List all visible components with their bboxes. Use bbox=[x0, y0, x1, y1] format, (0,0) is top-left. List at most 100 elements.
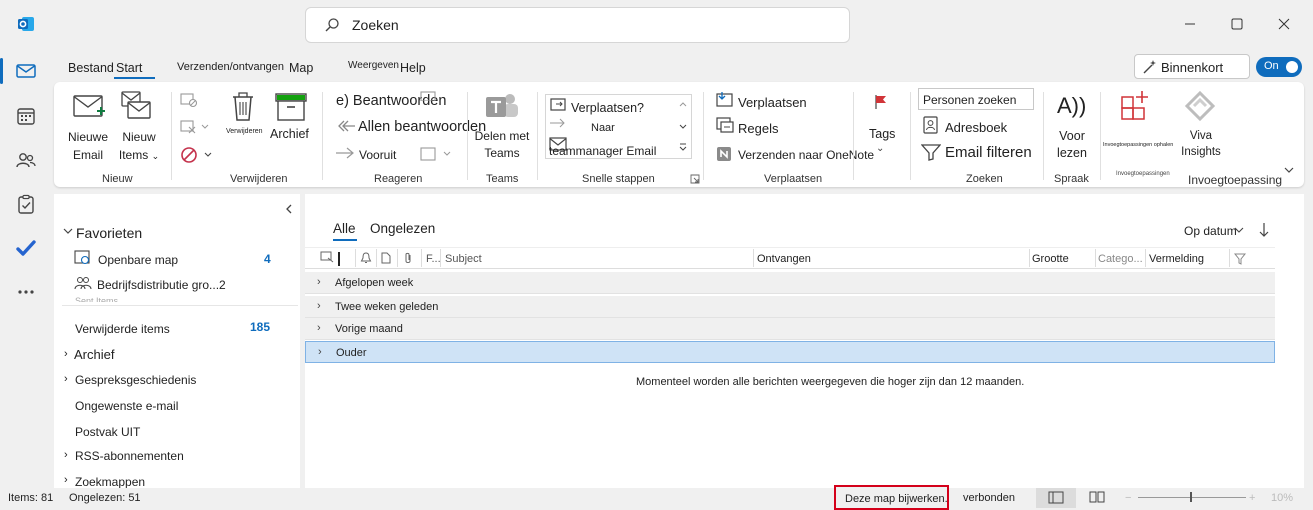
minimize-icon[interactable] bbox=[1180, 14, 1200, 34]
chevron-right-icon[interactable]: › bbox=[64, 449, 68, 461]
column-subject[interactable]: Subject bbox=[445, 253, 482, 265]
group-row-afgelopen-week[interactable]: › Afgelopen week bbox=[305, 272, 1275, 294]
filter-tab-ongelezen[interactable]: Ongelezen bbox=[370, 221, 435, 236]
column-filter-icon[interactable] bbox=[1234, 253, 1246, 265]
chevron-down-icon[interactable] bbox=[1234, 226, 1244, 234]
address-book-button[interactable]: Adresboek bbox=[945, 120, 1007, 135]
collapse-pane-icon[interactable] bbox=[284, 203, 294, 215]
delete-icon[interactable] bbox=[230, 90, 256, 122]
ribbon-separator bbox=[910, 92, 911, 180]
folder-gespreksgeschiedenis[interactable]: Gespreksgeschiedenis bbox=[75, 373, 196, 387]
tab-start[interactable]: Start bbox=[116, 61, 142, 75]
quick-step-naar[interactable]: Naar bbox=[591, 122, 615, 134]
coming-soon-button[interactable]: Binnenkort bbox=[1134, 54, 1250, 79]
folder-postvak-uit[interactable]: Postvak UIT bbox=[75, 425, 140, 439]
zoom-in-icon[interactable]: + bbox=[1249, 492, 1255, 504]
arrow-right-icon bbox=[549, 117, 567, 129]
cleanup-icon[interactable] bbox=[180, 120, 210, 134]
more-icon[interactable] bbox=[10, 276, 42, 308]
tab-verzenden-ontvangen[interactable]: Verzenden/ontvangen bbox=[177, 61, 284, 73]
chevron-right-icon[interactable]: › bbox=[64, 474, 68, 486]
public-folder-icon bbox=[74, 250, 92, 266]
attachment-column-icon[interactable] bbox=[403, 252, 413, 264]
ignore-icon[interactable] bbox=[180, 92, 198, 108]
share-to-teams-button[interactable]: Delen met Teams bbox=[474, 128, 530, 162]
folder-ongewenste-email[interactable]: Ongewenste e-mail bbox=[75, 399, 178, 413]
chevron-right-icon[interactable]: › bbox=[64, 373, 68, 385]
status-connection: verbonden bbox=[963, 492, 1015, 504]
column-received[interactable]: Ontvangen bbox=[757, 253, 811, 265]
maximize-icon[interactable] bbox=[1227, 14, 1247, 34]
folder-rss[interactable]: RSS-abonnementen bbox=[75, 449, 184, 463]
column-size[interactable]: Grootte bbox=[1032, 253, 1069, 265]
group-row-twee-weken[interactable]: › Twee weken geleden bbox=[305, 296, 1275, 318]
delete-label[interactable]: Verwijderen bbox=[226, 128, 263, 135]
ribbon-collapse-icon[interactable] bbox=[1283, 165, 1295, 175]
calendar-icon[interactable] bbox=[10, 100, 42, 132]
column-separator bbox=[1229, 249, 1230, 267]
quick-steps-scroll[interactable] bbox=[676, 96, 690, 156]
ribbon-separator bbox=[467, 92, 468, 180]
tab-map[interactable]: Map bbox=[289, 61, 313, 75]
archive-label[interactable]: Archief bbox=[270, 127, 309, 141]
todo-icon[interactable] bbox=[10, 232, 42, 264]
group-icon bbox=[74, 275, 92, 291]
mail-icon[interactable] bbox=[10, 55, 42, 87]
favorites-header[interactable]: Favorieten bbox=[76, 225, 142, 241]
reminder-column-icon[interactable] bbox=[360, 252, 372, 264]
junk-icon[interactable] bbox=[180, 145, 214, 165]
get-addins-button[interactable]: Invoegtoepassingen ophalen bbox=[1103, 142, 1173, 148]
update-folder-button[interactable]: Deze map bijwerken. bbox=[834, 485, 949, 510]
folder-bedrijfsdistributie[interactable]: Bedrijfsdistributie gro...2 bbox=[97, 278, 226, 292]
coming-soon-toggle[interactable]: On bbox=[1256, 57, 1302, 77]
normal-view-button[interactable] bbox=[1036, 488, 1076, 508]
rules-button[interactable]: Regels bbox=[738, 121, 778, 136]
column-flag-status[interactable]: Vermelding bbox=[1149, 253, 1204, 265]
column-categories[interactable]: Catego... bbox=[1098, 253, 1143, 265]
quick-step-teammanager[interactable]: teammanager Email bbox=[549, 144, 656, 158]
group-row-vorige-maand[interactable]: › Vorige maand bbox=[305, 318, 1275, 340]
forward-button[interactable]: Vooruit bbox=[359, 148, 396, 162]
dialog-launcher-icon[interactable] bbox=[690, 174, 700, 184]
find-people-box[interactable]: Personen zoeken bbox=[918, 88, 1034, 110]
reading-view-icon[interactable] bbox=[1089, 490, 1105, 504]
zoom-slider-thumb[interactable] bbox=[1190, 492, 1192, 502]
search-box[interactable]: Zoeken bbox=[305, 7, 850, 43]
quick-step-verplaatsen[interactable]: Verplaatsen? bbox=[571, 101, 644, 115]
viva-insights-button[interactable]: Viva Insights bbox=[1174, 128, 1228, 160]
chevron-right-icon[interactable]: › bbox=[64, 348, 68, 360]
importance-column-icon[interactable] bbox=[320, 251, 334, 263]
zoom-level[interactable]: 10% bbox=[1271, 492, 1293, 504]
zoom-slider[interactable] bbox=[1138, 497, 1246, 498]
archive-icon[interactable] bbox=[275, 92, 307, 122]
new-email-button[interactable]: Nieuwe Email bbox=[62, 128, 114, 164]
read-aloud-button[interactable]: Voor lezen bbox=[1048, 128, 1096, 162]
chevron-down-icon[interactable] bbox=[62, 226, 74, 236]
tags-button[interactable]: Tags bbox=[869, 127, 895, 141]
folder-zoekmappen[interactable]: Zoekmappen bbox=[75, 475, 145, 489]
more-respond-icon[interactable] bbox=[420, 145, 454, 163]
close-icon[interactable] bbox=[1274, 14, 1294, 34]
folder-sent-items[interactable]: Sent Items bbox=[75, 296, 118, 302]
meeting-icon[interactable] bbox=[420, 89, 440, 101]
tab-help[interactable]: Help bbox=[400, 61, 426, 75]
tasks-icon[interactable] bbox=[10, 188, 42, 220]
folder-openbare-map[interactable]: Openbare map bbox=[98, 253, 178, 267]
new-items-button[interactable]: Nieuw Items ⌄ bbox=[112, 128, 166, 165]
zoom-out-icon[interactable]: − bbox=[1125, 492, 1131, 504]
tab-weergeven[interactable]: Weergeven bbox=[348, 60, 399, 71]
filter-email-button[interactable]: Email filteren bbox=[945, 144, 1032, 161]
group-row-ouder[interactable]: › Ouder bbox=[305, 341, 1275, 363]
people-icon[interactable] bbox=[10, 144, 42, 176]
column-from[interactable]: F... bbox=[426, 253, 441, 265]
folder-archief[interactable]: Archief bbox=[74, 347, 114, 362]
sort-direction-icon[interactable] bbox=[1258, 222, 1270, 238]
chevron-right-icon: › bbox=[317, 276, 321, 288]
ribbon-separator bbox=[703, 92, 704, 180]
icon-column-icon[interactable] bbox=[381, 252, 391, 264]
filter-tab-alle[interactable]: Alle bbox=[333, 221, 356, 236]
tab-bestand[interactable]: Bestand bbox=[68, 61, 114, 75]
sort-by-button[interactable]: Op datum bbox=[1184, 224, 1237, 238]
move-button[interactable]: Verplaatsen bbox=[738, 95, 807, 110]
folder-verwijderde-items[interactable]: Verwijderde items bbox=[75, 322, 170, 336]
